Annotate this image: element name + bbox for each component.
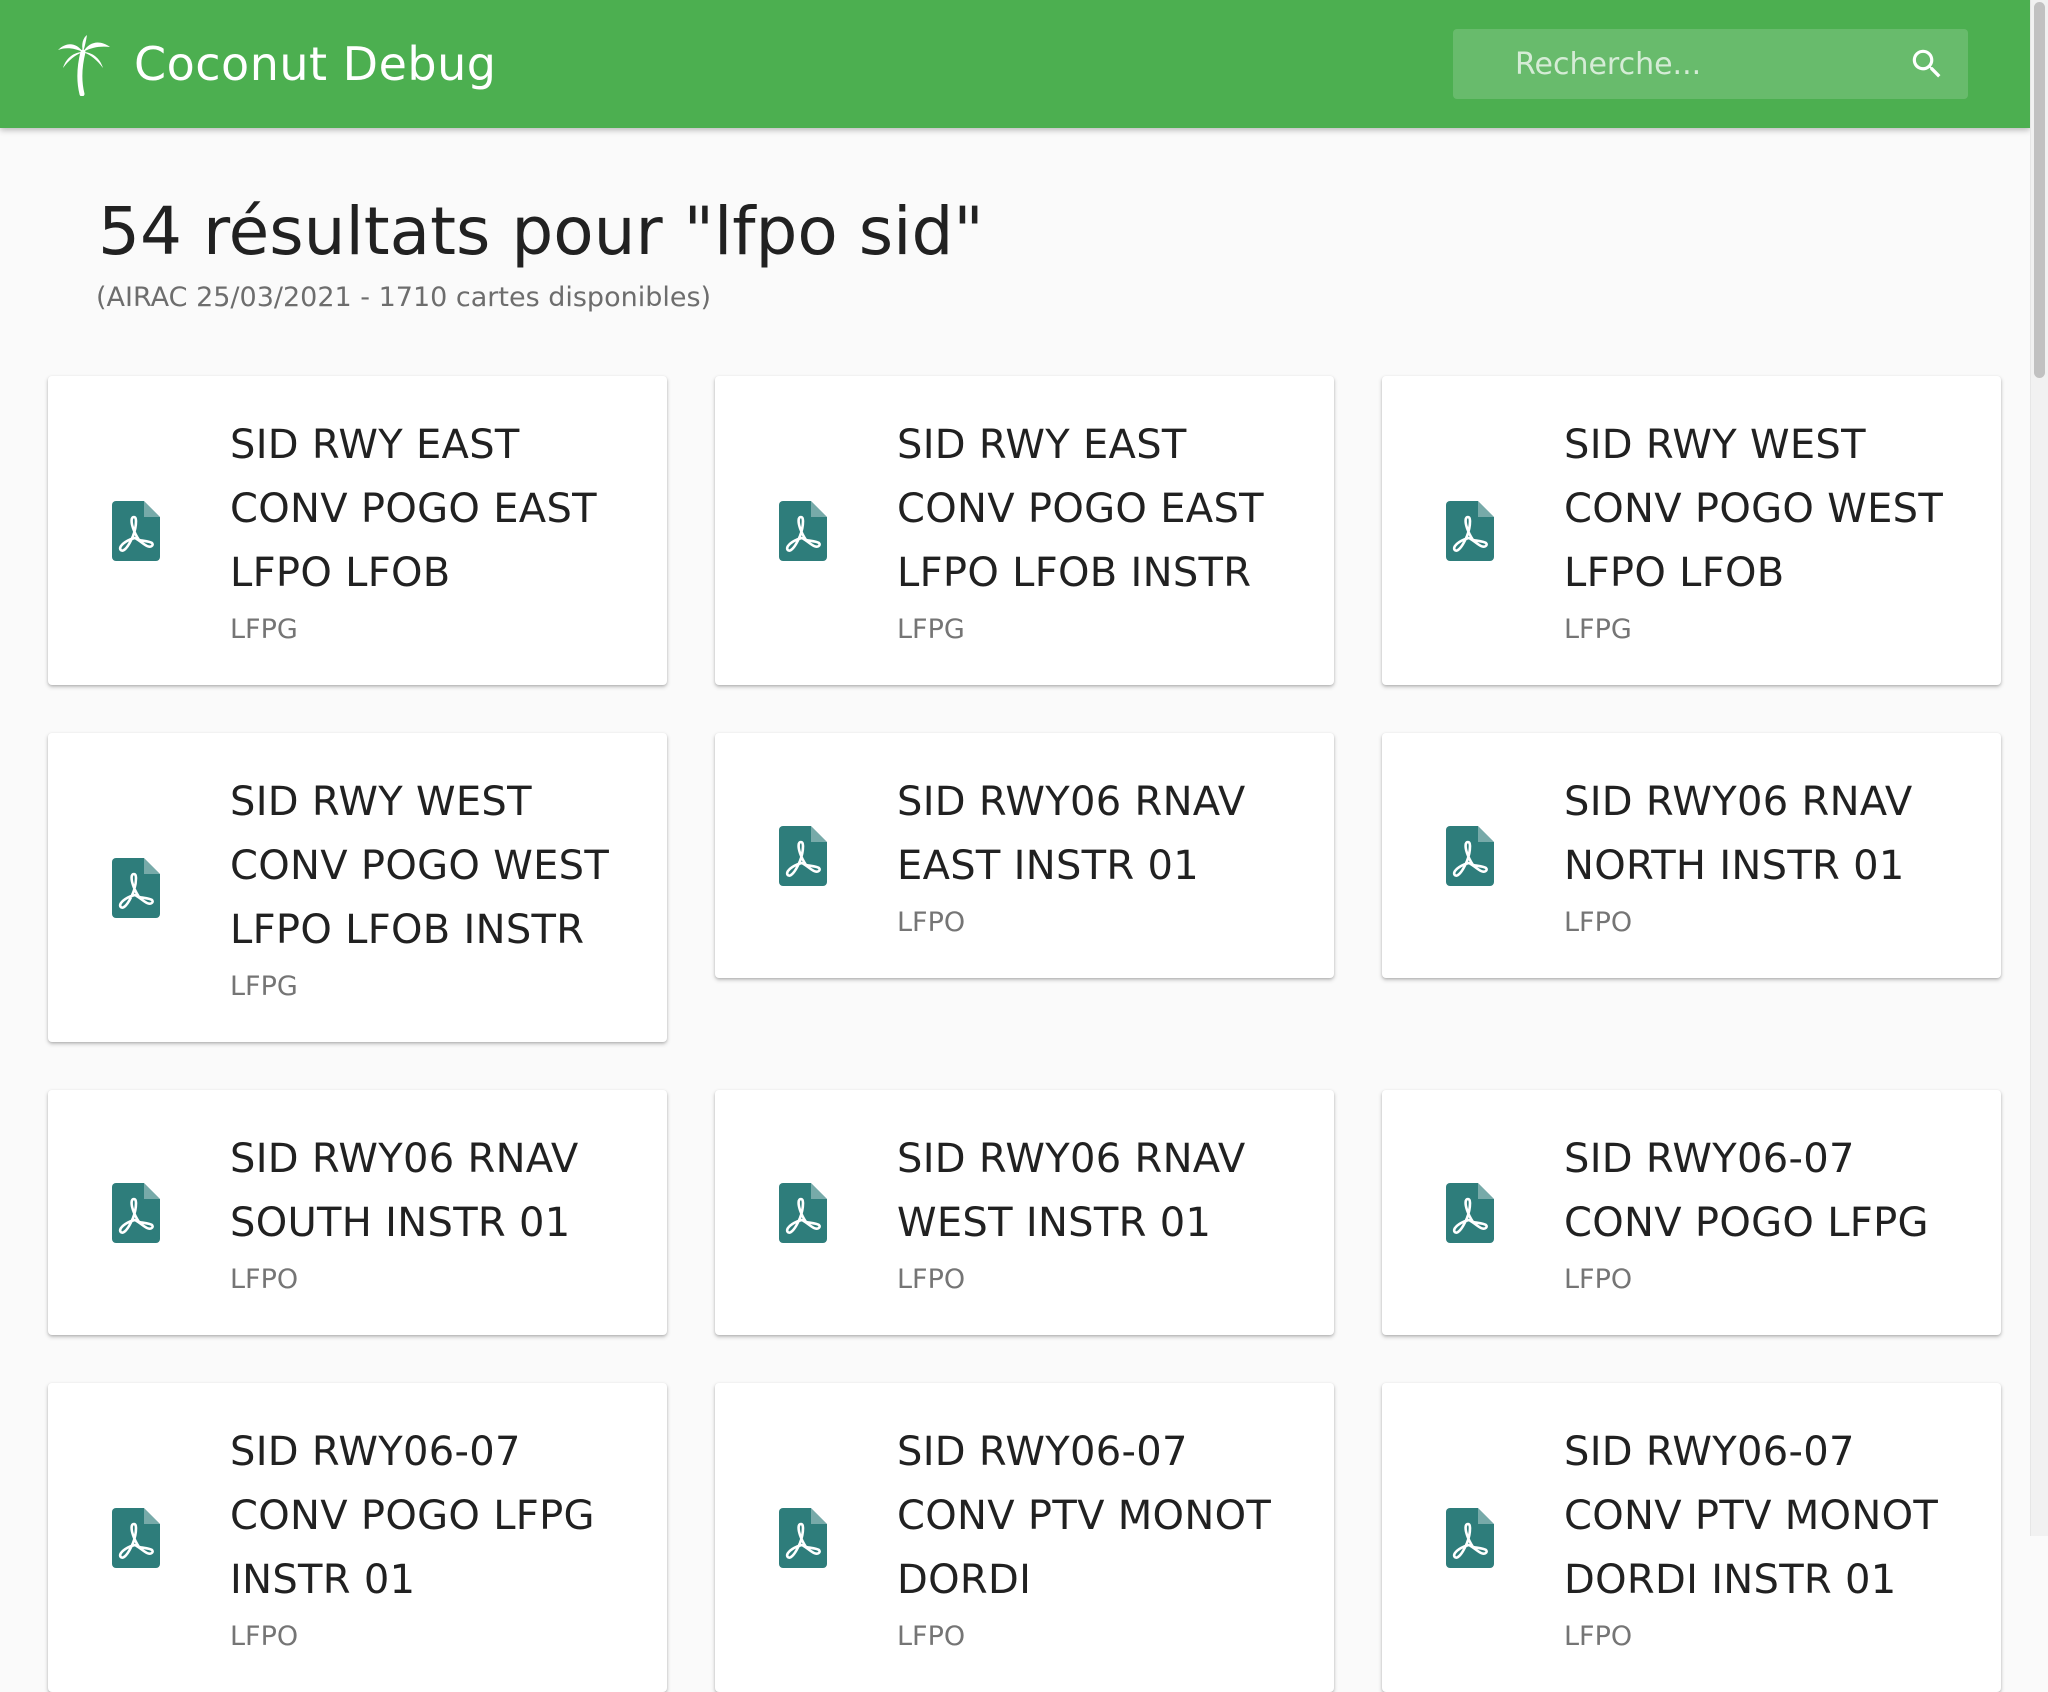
pdf-icon — [779, 1507, 827, 1568]
card-title: SID RWY EAST CONV POGO EAST LFPO LFOB IN… — [897, 422, 1264, 596]
card-airport-code: LFPO — [1564, 907, 1633, 938]
scrollbar[interactable] — [2030, 0, 2048, 1536]
card-airport-code: LFPO — [897, 1621, 966, 1652]
pdf-icon — [112, 857, 160, 918]
card-title: SID RWY06-07 CONV PTV MONOT DORDI INSTR … — [1564, 1429, 1939, 1603]
pdf-icon — [1446, 825, 1494, 886]
card-title: SID RWY WEST CONV POGO WEST LFPO LFOB — [1564, 422, 1944, 596]
card-title: SID RWY WEST CONV POGO WEST LFPO LFOB IN… — [230, 779, 610, 953]
card-title: SID RWY06-07 CONV POGO LFPG INSTR 01 — [230, 1429, 595, 1603]
pdf-icon — [779, 825, 827, 886]
pdf-icon — [1446, 1182, 1494, 1243]
card-airport-code: LFPG — [897, 614, 965, 645]
result-card[interactable]: SID RWY06 RNAV SOUTH INSTR 01 LFPO — [48, 1090, 667, 1335]
card-title: SID RWY06 RNAV WEST INSTR 01 — [897, 1136, 1246, 1246]
card-title: SID RWY06-07 CONV PTV MONOT DORDI — [897, 1429, 1272, 1603]
search-icon[interactable] — [1908, 45, 1946, 83]
pdf-icon — [112, 1182, 160, 1243]
pdf-icon — [1446, 1507, 1494, 1568]
pdf-icon — [112, 1507, 160, 1568]
result-card[interactable]: SID RWY06-07 CONV PTV MONOT DORDI INSTR … — [1382, 1383, 2001, 1692]
card-title: SID RWY06-07 CONV POGO LFPG — [1564, 1136, 1929, 1246]
app-title[interactable]: Coconut Debug — [134, 34, 496, 94]
result-card[interactable]: SID RWY WEST CONV POGO WEST LFPO LFOB IN… — [48, 733, 667, 1042]
palm-tree-icon[interactable] — [56, 34, 112, 96]
card-airport-code: LFPO — [1564, 1264, 1633, 1295]
result-card[interactable]: SID RWY06-07 CONV PTV MONOT DORDI LFPO — [715, 1383, 1334, 1692]
airac-info: (AIRAC 25/03/2021 - 1710 cartes disponib… — [96, 282, 712, 313]
pdf-icon — [1446, 500, 1494, 561]
card-airport-code: LFPO — [897, 907, 966, 938]
result-card[interactable]: SID RWY EAST CONV POGO EAST LFPO LFOB IN… — [715, 376, 1334, 685]
card-airport-code: LFPG — [230, 971, 298, 1002]
pdf-icon — [779, 500, 827, 561]
result-card[interactable]: SID RWY06 RNAV NORTH INSTR 01 LFPO — [1382, 733, 2001, 978]
card-title: SID RWY06 RNAV SOUTH INSTR 01 — [230, 1136, 579, 1246]
result-card[interactable]: SID RWY06 RNAV EAST INSTR 01 LFPO — [715, 733, 1334, 978]
pdf-icon — [779, 1182, 827, 1243]
result-card[interactable]: SID RWY06 RNAV WEST INSTR 01 LFPO — [715, 1090, 1334, 1335]
result-card[interactable]: SID RWY06-07 CONV POGO LFPG LFPO — [1382, 1090, 2001, 1335]
card-airport-code: LFPG — [230, 614, 298, 645]
results-grid: SID RWY EAST CONV POGO EAST LFPO LFOB LFP… — [48, 376, 2001, 1692]
card-airport-code: LFPO — [1564, 1621, 1633, 1652]
card-airport-code: LFPO — [230, 1621, 299, 1652]
card-title: SID RWY06 RNAV EAST INSTR 01 — [897, 779, 1246, 889]
result-card[interactable]: SID RWY WEST CONV POGO WEST LFPO LFOB LFP… — [1382, 376, 2001, 685]
pdf-icon — [112, 500, 160, 561]
card-airport-code: LFPO — [230, 1264, 299, 1295]
card-airport-code: LFPO — [897, 1264, 966, 1295]
card-title: SID RWY EAST CONV POGO EAST LFPO LFOB — [230, 422, 597, 596]
results-heading: 54 résultats pour "lfpo sid" — [98, 193, 984, 270]
card-airport-code: LFPG — [1564, 614, 1632, 645]
search-input[interactable] — [1453, 29, 1883, 99]
card-title: SID RWY06 RNAV NORTH INSTR 01 — [1564, 779, 1913, 889]
result-card[interactable]: SID RWY06-07 CONV POGO LFPG INSTR 01 LFPO — [48, 1383, 667, 1692]
search-box — [1453, 29, 1968, 99]
scrollbar-thumb[interactable] — [2034, 2, 2045, 378]
top-app-bar: Coconut Debug — [0, 0, 2030, 128]
result-card[interactable]: SID RWY EAST CONV POGO EAST LFPO LFOB LFP… — [48, 376, 667, 685]
